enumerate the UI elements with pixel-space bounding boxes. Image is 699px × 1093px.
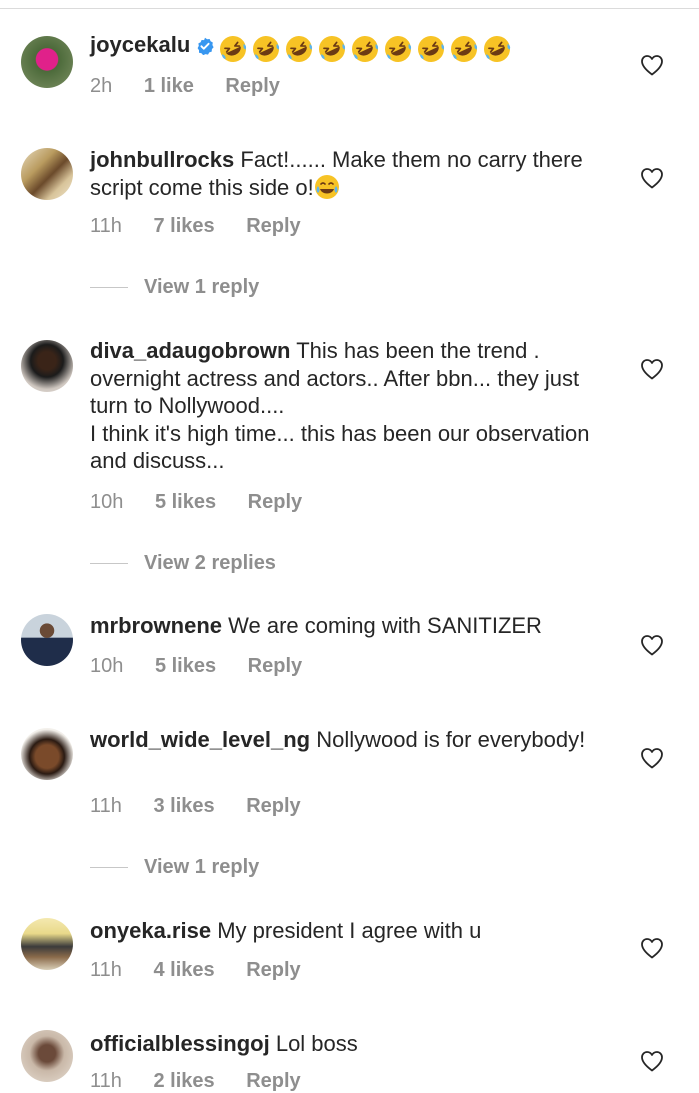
rolling-on-floor-laughing-emoji — [317, 34, 347, 71]
emoji-row — [218, 34, 515, 71]
username[interactable]: world_wide_level_ng — [90, 727, 310, 752]
face-with-tears-of-joy-emoji — [314, 174, 340, 207]
heart-outline-icon[interactable] — [640, 634, 664, 656]
username[interactable]: diva_adaugobrown — [90, 338, 290, 363]
comment-text: We are coming with SANITIZER — [228, 613, 542, 638]
avatar[interactable] — [21, 728, 73, 780]
avatar[interactable] — [21, 918, 73, 970]
username[interactable]: mrbrownene — [90, 613, 222, 638]
comment-time: 11h — [90, 1070, 122, 1092]
likes-count[interactable]: 3 likes — [153, 795, 214, 818]
verified-badge-icon — [196, 34, 214, 62]
rolling-on-floor-laughing-emoji — [383, 34, 413, 71]
avatar[interactable] — [21, 36, 73, 88]
heart-outline-icon[interactable] — [640, 747, 664, 769]
avatar[interactable] — [21, 340, 73, 392]
heart-outline-icon[interactable] — [640, 937, 664, 959]
rolling-on-floor-laughing-emoji — [350, 34, 380, 71]
comment-text: Lol boss — [275, 1031, 358, 1056]
view-replies-label: View 2 replies — [144, 552, 276, 574]
rolling-on-floor-laughing-emoji — [251, 34, 281, 71]
avatar[interactable] — [21, 1030, 73, 1082]
rolling-on-floor-laughing-emoji — [449, 34, 479, 71]
username[interactable]: joycekalu — [90, 32, 190, 57]
view-replies-button[interactable]: View 2 replies — [90, 552, 276, 575]
username[interactable]: officialblessingoj — [90, 1031, 270, 1056]
rolling-on-floor-laughing-emoji — [284, 34, 314, 71]
reply-button[interactable]: Reply — [248, 491, 302, 514]
rolling-on-floor-laughing-emoji — [482, 34, 512, 71]
comment-text: Nollywood is for everybody! — [316, 727, 586, 752]
likes-count[interactable]: 1 like — [144, 75, 194, 98]
rolling-on-floor-laughing-emoji — [218, 34, 248, 71]
view-replies-label: View 1 reply — [144, 276, 260, 298]
comment-time: 2h — [90, 75, 113, 97]
avatar[interactable] — [21, 614, 73, 666]
reply-button[interactable]: Reply — [225, 75, 279, 98]
divider — [90, 287, 128, 289]
heart-outline-icon[interactable] — [640, 167, 664, 189]
view-replies-label: View 1 reply — [144, 856, 260, 878]
username[interactable]: onyeka.rise — [90, 918, 211, 943]
heart-outline-icon[interactable] — [640, 1050, 664, 1072]
divider — [90, 563, 128, 565]
heart-outline-icon[interactable] — [640, 54, 664, 76]
comment-text-continued: I think it's high time... this has been … — [90, 420, 590, 474]
comment-text: My president I agree with u — [217, 918, 482, 943]
username[interactable]: johnbullrocks — [90, 147, 234, 172]
reply-button[interactable]: Reply — [246, 215, 300, 238]
likes-count[interactable]: 7 likes — [153, 215, 214, 238]
comment-time: 11h — [90, 959, 122, 981]
divider — [90, 867, 128, 869]
comment-time: 11h — [90, 215, 122, 237]
view-replies-button[interactable]: View 1 reply — [90, 856, 259, 879]
rolling-on-floor-laughing-emoji — [416, 34, 446, 71]
likes-count[interactable]: 5 likes — [155, 491, 216, 514]
comment-time: 10h — [90, 655, 124, 677]
comment-time: 10h — [90, 491, 124, 513]
reply-button[interactable]: Reply — [246, 959, 300, 982]
top-divider — [0, 8, 699, 9]
comment-time: 11h — [90, 795, 122, 817]
likes-count[interactable]: 2 likes — [153, 1070, 214, 1093]
reply-button[interactable]: Reply — [246, 795, 300, 818]
heart-outline-icon[interactable] — [640, 358, 664, 380]
reply-button[interactable]: Reply — [248, 655, 302, 678]
avatar[interactable] — [21, 148, 73, 200]
reply-button[interactable]: Reply — [246, 1070, 300, 1093]
likes-count[interactable]: 4 likes — [153, 959, 214, 982]
likes-count[interactable]: 5 likes — [155, 655, 216, 678]
view-replies-button[interactable]: View 1 reply — [90, 276, 259, 299]
